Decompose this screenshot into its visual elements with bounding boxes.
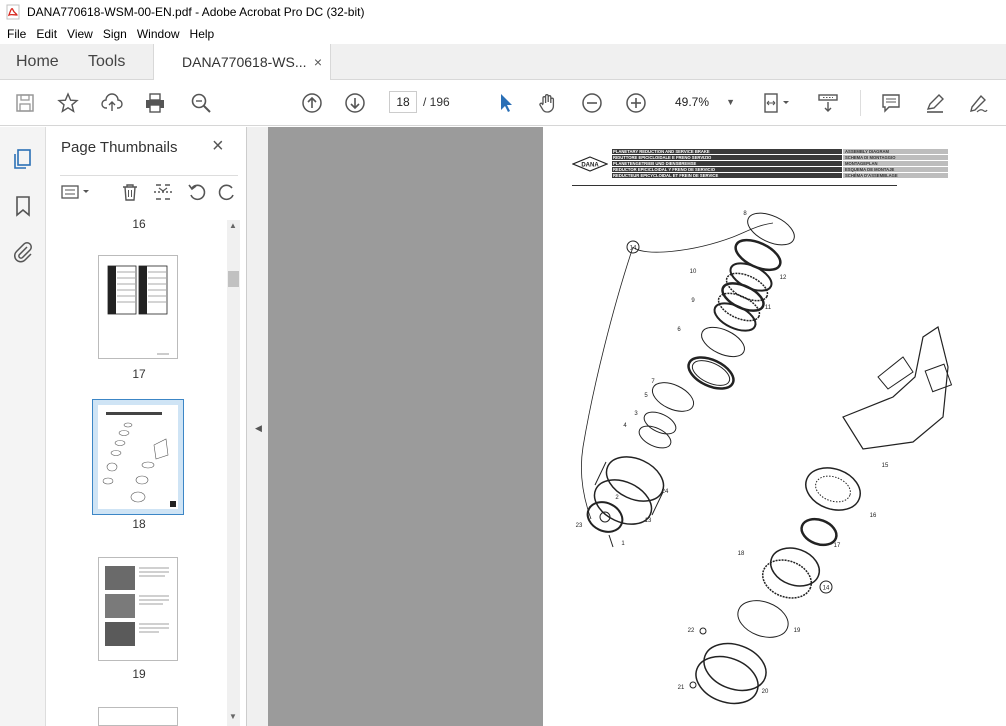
thumbnail-preview xyxy=(107,265,169,355)
page-thumbnail-19[interactable] xyxy=(98,557,178,661)
part-label: 11 xyxy=(765,305,772,311)
part-label: 24 xyxy=(662,489,669,495)
panel-title: Page Thumbnails xyxy=(61,139,178,156)
part-label: 6 xyxy=(677,327,681,333)
part-label: 22 xyxy=(688,628,695,634)
hand-tool-icon[interactable] xyxy=(535,90,561,116)
tab-document[interactable]: DANA770618-WS... × xyxy=(153,44,331,81)
thumbnail-preview xyxy=(98,405,178,509)
part-label: 15 xyxy=(882,463,889,469)
menu-edit[interactable]: Edit xyxy=(31,27,62,41)
navigation-rail xyxy=(0,127,46,726)
tab-close-icon[interactable]: × xyxy=(314,44,322,80)
thumbnails-panel: Page Thumbnails × 16 17 18 19 ▲ ▼ xyxy=(46,127,247,726)
zoom-value: 49.7% xyxy=(675,95,710,109)
thumbnail-scrollbar[interactable]: ▲ ▼ xyxy=(227,220,240,726)
search-zoom-icon[interactable] xyxy=(188,90,214,116)
part-label: 8 xyxy=(743,211,747,217)
collapse-panel-icon[interactable]: ◀ xyxy=(255,423,262,434)
rotate-right-icon[interactable] xyxy=(217,182,237,202)
part-label: 4 xyxy=(623,423,627,429)
part-label: 9 xyxy=(691,298,695,304)
tab-tools[interactable]: Tools xyxy=(88,44,125,80)
page-fit-icon[interactable] xyxy=(760,90,794,116)
acrobat-icon xyxy=(6,4,20,20)
rotate-left-icon[interactable] xyxy=(187,182,207,202)
page-number-label: 18 xyxy=(132,517,146,531)
exploded-assembly-diagram: 8 14 10 12 9 11 6 7 5 3 4 24 2 13 1 23 1… xyxy=(576,211,953,705)
next-page-icon[interactable] xyxy=(342,90,368,116)
extract-page-icon[interactable] xyxy=(153,182,173,202)
previous-page-icon[interactable] xyxy=(299,90,325,116)
toolbar: 18 / 196 49.7% ▼ xyxy=(0,80,1006,126)
bookmarks-icon[interactable] xyxy=(11,194,35,218)
tab-home[interactable]: Home xyxy=(16,44,59,80)
scroll-mode-icon[interactable] xyxy=(815,90,841,116)
part-label: 13 xyxy=(645,518,652,524)
window-title: DANA770618-WSM-00-EN.pdf - Adobe Acrobat… xyxy=(27,5,365,19)
attachments-icon[interactable] xyxy=(11,240,35,264)
part-label: 2 xyxy=(615,495,619,501)
page-number-input[interactable]: 18 xyxy=(389,91,417,113)
menu-view[interactable]: View xyxy=(62,27,98,41)
part-label: 17 xyxy=(834,543,841,549)
part-label: 20 xyxy=(762,689,769,695)
panel-splitter[interactable]: ◀ xyxy=(247,127,268,726)
page-number-label: 16 xyxy=(132,217,146,231)
save-icon[interactable] xyxy=(12,90,38,116)
page-thumbnail-17[interactable] xyxy=(98,255,178,359)
part-label: 12 xyxy=(780,275,787,281)
part-label: 10 xyxy=(690,269,697,275)
tab-document-label: DANA770618-WS... xyxy=(182,54,307,70)
comment-icon[interactable] xyxy=(878,90,904,116)
part-label: 23 xyxy=(576,523,583,529)
options-menu-icon[interactable] xyxy=(60,182,94,202)
part-label: 18 xyxy=(738,551,745,557)
scroll-up-icon[interactable]: ▲ xyxy=(229,221,237,230)
part-label: 16 xyxy=(870,513,877,519)
thumbnail-preview xyxy=(105,566,169,646)
menu-help[interactable]: Help xyxy=(185,27,220,41)
zoom-out-icon[interactable] xyxy=(579,90,605,116)
document-page: DANA PLANETARY REDUCTION AND SERVICE BRA… xyxy=(543,127,1006,726)
document-canvas xyxy=(268,127,543,726)
tab-bar: Home Tools DANA770618-WS... × xyxy=(0,44,1006,81)
zoom-in-icon[interactable] xyxy=(623,90,649,116)
page-number-label: 19 xyxy=(132,667,146,681)
page-thumbnail-20[interactable] xyxy=(98,707,178,726)
menu-window[interactable]: Window xyxy=(132,27,185,41)
page-total: / 196 xyxy=(423,95,450,109)
highlight-pen-icon[interactable] xyxy=(922,90,948,116)
part-label: 7 xyxy=(651,379,655,385)
upload-cloud-icon[interactable] xyxy=(99,90,125,116)
page-number-label: 17 xyxy=(132,367,146,381)
scrollbar-thumb[interactable] xyxy=(228,271,239,287)
scroll-down-icon[interactable]: ▼ xyxy=(229,712,237,721)
part-label: 3 xyxy=(634,411,638,417)
part-label: 14 xyxy=(823,586,830,592)
part-label: 1 xyxy=(621,541,625,547)
select-cursor-icon[interactable] xyxy=(492,90,518,116)
thumbnail-toolbar xyxy=(60,175,238,203)
sign-pen-icon[interactable] xyxy=(965,90,991,116)
menu-bar: File Edit View Sign Window Help xyxy=(0,24,1006,44)
page-thumbnails-icon[interactable] xyxy=(11,147,35,171)
panel-close-icon[interactable]: × xyxy=(212,135,224,158)
chevron-down-icon: ▼ xyxy=(726,97,735,107)
part-label: 21 xyxy=(678,685,685,691)
menu-sign[interactable]: Sign xyxy=(98,27,132,41)
menu-file[interactable]: File xyxy=(2,27,31,41)
bookmark-star-icon[interactable] xyxy=(55,90,81,116)
part-label: 14 xyxy=(630,246,637,252)
delete-page-icon[interactable] xyxy=(120,182,140,202)
part-label: 19 xyxy=(794,628,801,634)
part-label: 5 xyxy=(644,393,648,399)
toolbar-divider xyxy=(860,90,861,116)
zoom-select[interactable]: 49.7% ▼ xyxy=(669,91,739,113)
page-thumbnail-18-selected[interactable] xyxy=(92,399,184,515)
print-icon[interactable] xyxy=(142,90,168,116)
title-bar: DANA770618-WSM-00-EN.pdf - Adobe Acrobat… xyxy=(0,0,1006,24)
